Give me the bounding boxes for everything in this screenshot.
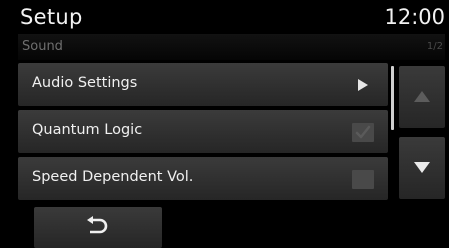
page-indicator: 1/2 (426, 41, 443, 52)
scroll-up-button[interactable] (399, 66, 445, 128)
page-title: Setup (20, 5, 83, 29)
menu-item-label: Audio Settings (32, 75, 138, 91)
menu-item-quantum-logic[interactable]: Quantum Logic (18, 110, 388, 153)
speed-dependent-vol-checkbox[interactable] (352, 170, 374, 189)
setup-screen: Setup 12:00 Sound 1/2 Audio Settings Qua… (0, 0, 449, 248)
section-header-bar (18, 34, 445, 60)
quantum-logic-checkbox[interactable] (352, 123, 374, 142)
triangle-up-icon (414, 91, 430, 102)
back-return-icon (87, 216, 108, 234)
checkmark-icon (355, 125, 371, 139)
section-title: Sound (22, 39, 63, 54)
scrollbar-thumb[interactable] (391, 66, 394, 130)
clock: 12:00 (384, 5, 445, 29)
scroll-down-button[interactable] (399, 137, 445, 199)
arrow-right-icon (358, 79, 368, 91)
triangle-down-icon (414, 162, 430, 173)
menu-item-label: Speed Dependent Vol. (32, 169, 194, 185)
back-button[interactable] (34, 207, 162, 248)
menu-item-label: Quantum Logic (32, 122, 143, 138)
menu-item-audio-settings[interactable]: Audio Settings (18, 63, 388, 106)
menu-item-speed-dependent-vol[interactable]: Speed Dependent Vol. (18, 157, 388, 200)
